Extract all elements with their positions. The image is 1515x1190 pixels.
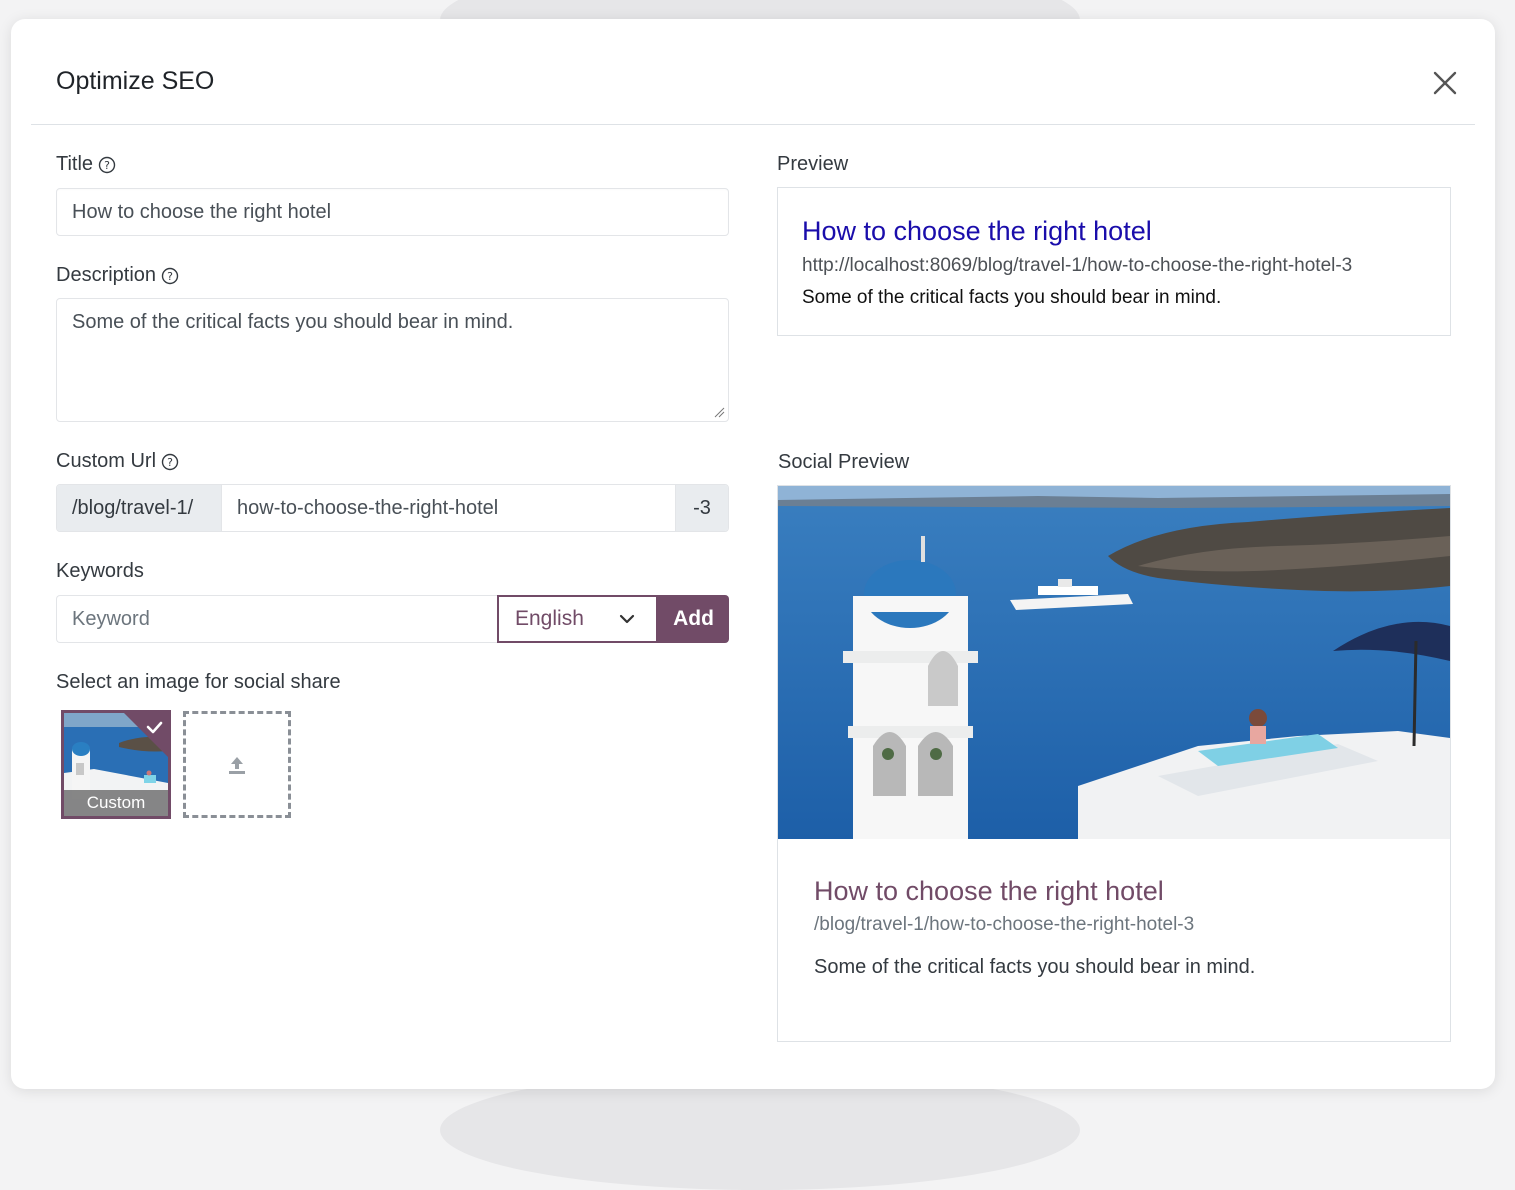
close-button[interactable] <box>1425 63 1465 103</box>
search-preview-url: http://localhost:8069/blog/travel-1/how-… <box>802 255 1353 276</box>
seo-dialog: Optimize SEO Title ? How to choose the r… <box>11 19 1495 1089</box>
svg-text:?: ? <box>167 270 173 283</box>
url-prefix: /blog/travel-1/ <box>57 485 222 531</box>
title-input-value: How to choose the right hotel <box>72 200 332 223</box>
dialog-title: Optimize SEO <box>56 67 215 95</box>
social-preview-card: How to choose the right hotel /blog/trav… <box>777 485 1451 1042</box>
url-suffix: -3 <box>675 485 728 531</box>
custom-url-label-text: Custom Url <box>56 450 157 472</box>
preview-label: Preview <box>777 153 848 176</box>
description-label-text: Description <box>56 264 157 286</box>
title-label: Title ? <box>56 153 116 176</box>
title-label-text: Title <box>56 153 94 175</box>
description-textarea-value: Some of the critical facts you should be… <box>72 311 514 333</box>
keyword-input[interactable]: Keyword <box>56 595 497 643</box>
language-select[interactable]: English <box>497 595 658 643</box>
title-input[interactable]: How to choose the right hotel <box>56 188 729 236</box>
upload-icon <box>229 756 245 774</box>
image-select-label-text: Select an image for social share <box>56 671 341 693</box>
keyword-placeholder: Keyword <box>72 607 150 630</box>
social-preview-title[interactable]: How to choose the right hotel <box>814 876 1164 907</box>
question-circle-icon[interactable]: ? <box>161 453 179 471</box>
url-slug-value: how-to-choose-the-right-hotel <box>237 496 499 519</box>
search-preview-card: How to choose the right hotel http://loc… <box>777 187 1451 336</box>
search-preview-title[interactable]: How to choose the right hotel <box>802 216 1426 247</box>
social-preview-label-text: Social Preview <box>778 451 910 473</box>
svg-text:?: ? <box>104 159 110 172</box>
question-circle-icon[interactable]: ? <box>98 156 116 174</box>
question-circle-icon[interactable]: ? <box>161 267 179 285</box>
description-textarea[interactable]: Some of the critical facts you should be… <box>56 298 729 422</box>
close-icon <box>1433 71 1457 95</box>
social-preview-image <box>778 486 1450 839</box>
url-slug-input[interactable]: how-to-choose-the-right-hotel <box>222 485 675 531</box>
chevron-down-icon <box>619 614 635 624</box>
description-label: Description ? <box>56 264 179 287</box>
santorini-image <box>778 486 1450 839</box>
custom-url-group: /blog/travel-1/ how-to-choose-the-right-… <box>56 484 729 532</box>
svg-text:?: ? <box>167 456 173 469</box>
image-option-custom[interactable]: Custom <box>61 710 171 819</box>
keywords-group: Keyword English Add <box>56 595 729 643</box>
image-option-caption: Custom <box>64 790 168 816</box>
social-preview-label: Social Preview <box>778 451 909 474</box>
social-preview-description: Some of the critical facts you should be… <box>814 956 1256 978</box>
preview-label-text: Preview <box>777 153 849 175</box>
dialog-header: Optimize SEO <box>31 19 1475 125</box>
checkmark-icon <box>124 713 168 757</box>
image-select-label: Select an image for social share <box>56 671 341 694</box>
language-selected: English <box>515 607 584 630</box>
search-preview-description: Some of the critical facts you should be… <box>802 287 1222 308</box>
resize-grip-icon[interactable] <box>713 406 725 418</box>
keywords-label: Keywords <box>56 560 144 583</box>
keywords-label-text: Keywords <box>56 560 144 582</box>
add-keyword-button[interactable]: Add <box>658 595 729 643</box>
upload-image-button[interactable] <box>183 711 291 818</box>
custom-url-label: Custom Url ? <box>56 450 179 473</box>
social-preview-url: /blog/travel-1/how-to-choose-the-right-h… <box>814 914 1195 935</box>
